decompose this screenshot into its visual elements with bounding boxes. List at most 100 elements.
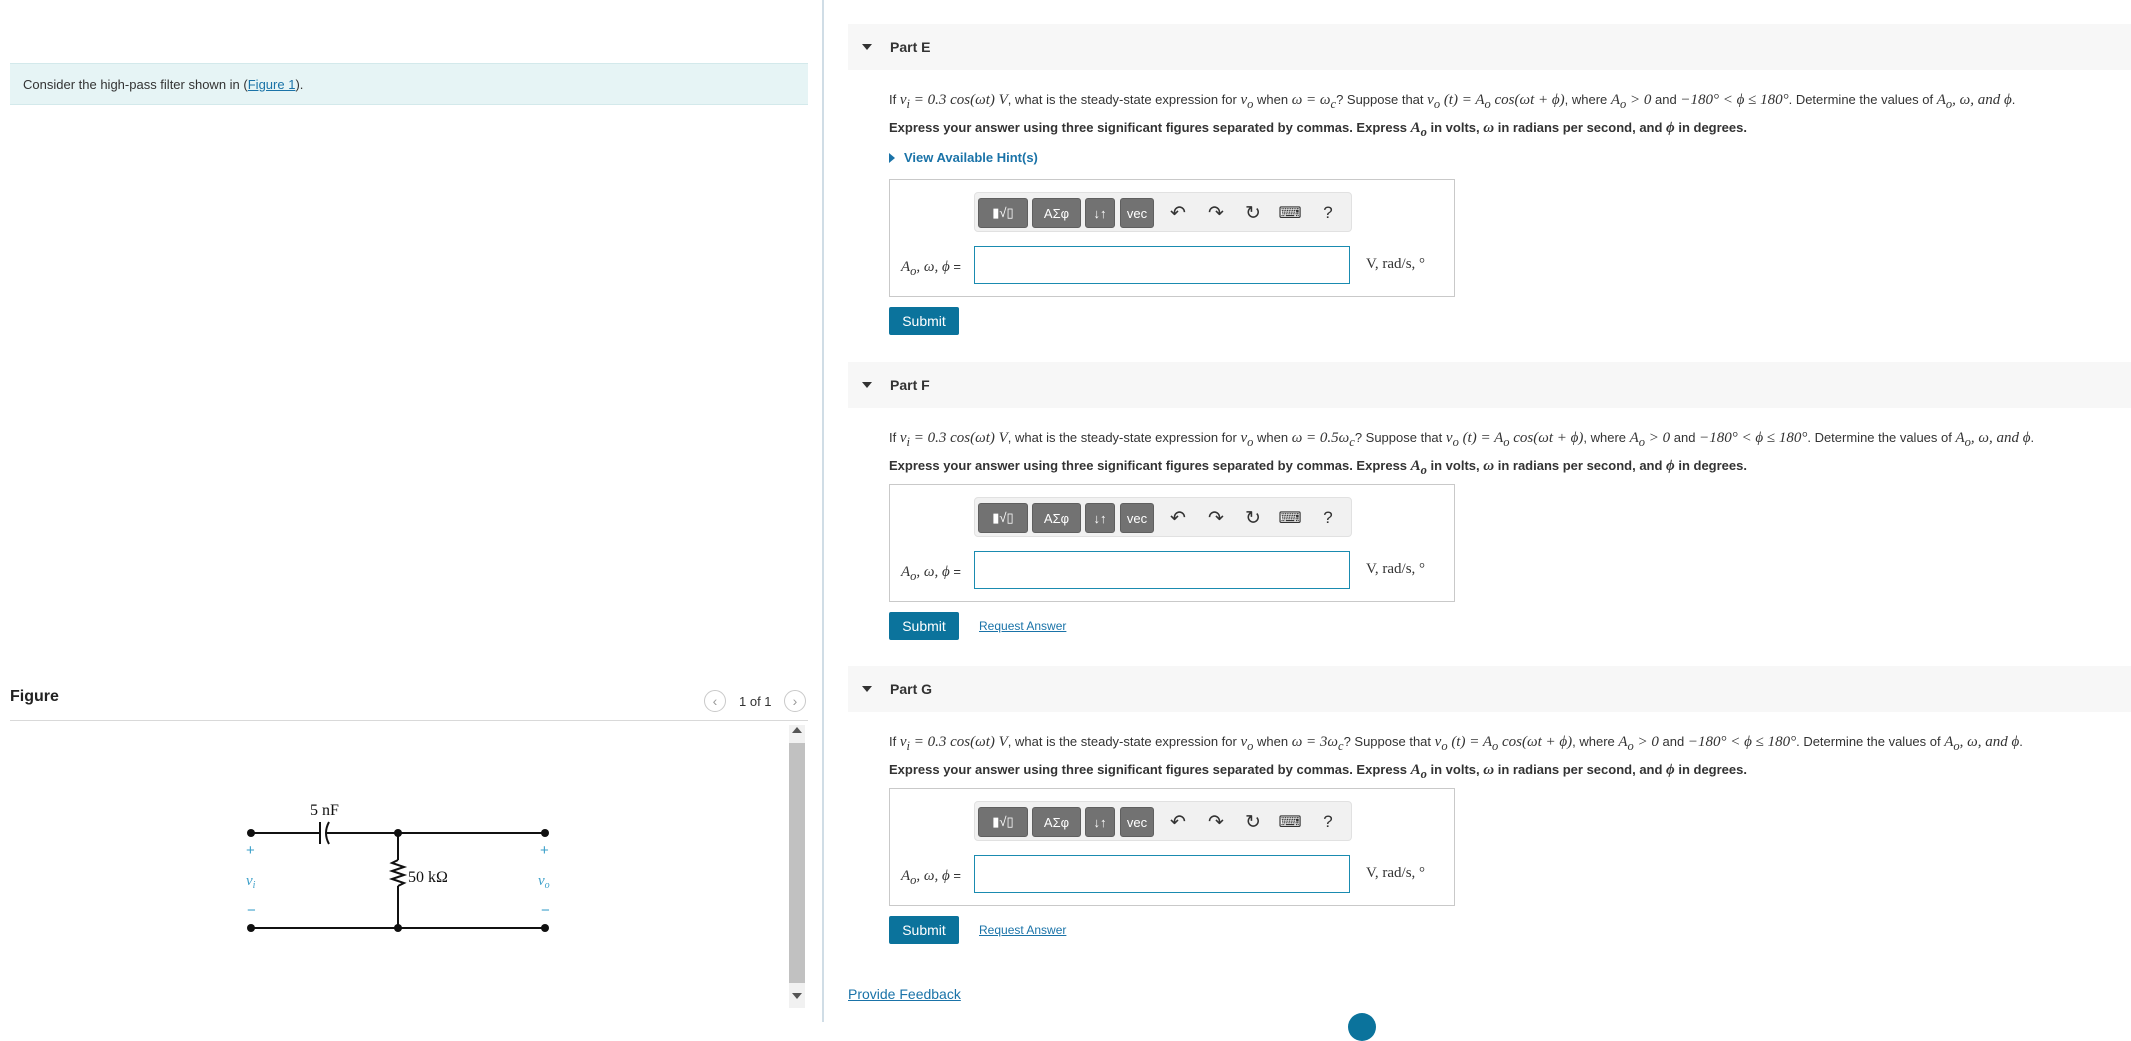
reset-icon[interactable]: ↻ — [1239, 198, 1267, 228]
part-g-submit-button[interactable]: Submit — [889, 916, 959, 944]
part-g-question: If vi = 0.3 cos(ωt) V, what is the stead… — [889, 734, 2023, 753]
templates-button[interactable]: ▮√▯ — [978, 503, 1028, 533]
left-pane: Consider the high-pass filter shown in (… — [0, 0, 822, 1022]
redo-icon[interactable]: ↷ — [1202, 198, 1230, 228]
input-plus-sign: + — [246, 842, 255, 859]
part-e-answer-input[interactable] — [974, 246, 1350, 284]
undo-icon[interactable]: ↶ — [1164, 807, 1192, 837]
part-e-question: If vi = 0.3 cos(ωt) V, what is the stead… — [889, 92, 2016, 111]
input-minus-sign: − — [247, 902, 256, 919]
part-f-instructions: Express your answer using three signific… — [889, 458, 1747, 477]
templates-button[interactable]: ▮√▯ — [978, 807, 1028, 837]
part-g-request-answer-link[interactable]: Request Answer — [979, 923, 1066, 937]
keyboard-icon[interactable]: ⌨ — [1276, 503, 1304, 533]
problem-intro: Consider the high-pass filter shown in (… — [10, 63, 808, 105]
figure-divider — [10, 720, 808, 721]
part-e-title: Part E — [890, 39, 931, 55]
part-e-header[interactable]: Part E — [848, 24, 2131, 70]
collapse-triangle-icon — [862, 382, 872, 388]
input-terminal-top — [247, 829, 255, 837]
math-toolbar: ▮√▯ ΑΣφ ↓↑ vec ↶ ↷ ↻ ⌨ ? — [974, 192, 1352, 232]
right-pane: Part E If vi = 0.3 cos(ωt) V, what is th… — [824, 0, 2131, 1041]
redo-icon[interactable]: ↷ — [1202, 503, 1230, 533]
resistor-label: 50 kΩ — [408, 869, 448, 886]
part-f-submit-button[interactable]: Submit — [889, 612, 959, 640]
figure-1-link[interactable]: Figure 1 — [248, 77, 296, 92]
reset-icon[interactable]: ↻ — [1239, 807, 1267, 837]
greek-symbols-button[interactable]: ΑΣφ — [1032, 807, 1081, 837]
figure-counter: 1 of 1 — [739, 694, 772, 709]
node-top — [394, 829, 402, 837]
part-e-submit-button[interactable]: Submit — [889, 307, 959, 335]
output-terminal-top — [541, 829, 549, 837]
part-g-answer-input[interactable] — [974, 855, 1350, 893]
reset-icon[interactable]: ↻ — [1239, 503, 1267, 533]
templates-button[interactable]: ▮√▯ — [978, 198, 1028, 228]
prev-figure-button[interactable]: ‹ — [704, 690, 726, 712]
vector-button[interactable]: vec — [1120, 198, 1154, 228]
capacitor-label: 5 nF — [310, 802, 339, 819]
part-f-question: If vi = 0.3 cos(ωt) V, what is the stead… — [889, 430, 2035, 449]
answer-units: V, rad/s, ° — [1366, 865, 1426, 881]
collapse-triangle-icon — [862, 686, 872, 692]
subscript-superscript-button[interactable]: ↓↑ — [1085, 503, 1115, 533]
part-g-header[interactable]: Part G — [848, 666, 2131, 712]
answer-units: V, rad/s, ° — [1366, 561, 1426, 577]
resistor-zigzag — [388, 859, 408, 887]
math-toolbar: ▮√▯ ΑΣφ ↓↑ vec ↶ ↷ ↻ ⌨ ? — [974, 801, 1352, 841]
greek-symbols-button[interactable]: ΑΣφ — [1032, 198, 1081, 228]
answer-units: V, rad/s, ° — [1366, 256, 1426, 272]
part-g: Part G If vi = 0.3 cos(ωt) V, what is th… — [848, 666, 2131, 956]
answer-label: Ao, ω, ϕ = — [901, 868, 961, 887]
vector-button[interactable]: vec — [1120, 503, 1154, 533]
part-f-request-answer-link[interactable]: Request Answer — [979, 619, 1066, 633]
part-f-title: Part F — [890, 377, 930, 393]
output-plus-sign: + — [540, 842, 549, 859]
help-chat-icon[interactable] — [1348, 1013, 1376, 1041]
part-g-instructions: Express your answer using three signific… — [889, 762, 1747, 781]
input-terminal-bottom — [247, 924, 255, 932]
output-minus-sign: − — [541, 902, 550, 919]
part-e-answer-area: ▮√▯ ΑΣφ ↓↑ vec ↶ ↷ ↻ ⌨ ? Ao, ω, ϕ = V, r… — [889, 179, 1455, 297]
subscript-superscript-button[interactable]: ↓↑ — [1085, 198, 1115, 228]
intro-text-suffix: ). — [295, 77, 304, 92]
undo-icon[interactable]: ↶ — [1164, 198, 1192, 228]
scroll-down-icon[interactable] — [792, 993, 802, 999]
undo-icon[interactable]: ↶ — [1164, 503, 1192, 533]
part-f-answer-input[interactable] — [974, 551, 1350, 589]
output-terminal-bottom — [541, 924, 549, 932]
subscript-superscript-button[interactable]: ↓↑ — [1085, 807, 1115, 837]
math-toolbar: ▮√▯ ΑΣφ ↓↑ vec ↶ ↷ ↻ ⌨ ? — [974, 497, 1352, 537]
provide-feedback-link[interactable]: Provide Feedback — [848, 986, 961, 1002]
help-button[interactable]: ? — [1314, 198, 1342, 228]
help-button[interactable]: ? — [1314, 807, 1342, 837]
part-e: Part E If vi = 0.3 cos(ωt) V, what is th… — [848, 24, 2131, 344]
scroll-up-icon[interactable] — [792, 727, 802, 733]
keyboard-icon[interactable]: ⌨ — [1276, 807, 1304, 837]
part-g-answer-area: ▮√▯ ΑΣφ ↓↑ vec ↶ ↷ ↻ ⌨ ? Ao, ω, ϕ = V, r… — [889, 788, 1455, 906]
keyboard-icon[interactable]: ⌨ — [1276, 198, 1304, 228]
answer-label: Ao, ω, ϕ = — [901, 259, 961, 278]
vector-button[interactable]: vec — [1120, 807, 1154, 837]
part-f: Part F If vi = 0.3 cos(ωt) V, what is th… — [848, 362, 2131, 652]
view-hints-link[interactable]: View Available Hint(s) — [889, 150, 1038, 165]
figure-title: Figure — [10, 688, 59, 705]
collapse-triangle-icon — [862, 44, 872, 50]
part-f-answer-area: ▮√▯ ΑΣφ ↓↑ vec ↶ ↷ ↻ ⌨ ? Ao, ω, ϕ = V, r… — [889, 484, 1455, 602]
next-figure-button[interactable]: › — [784, 690, 806, 712]
intro-text-prefix: Consider the high-pass filter shown in ( — [23, 77, 248, 92]
high-pass-filter-circuit: 5 nF 50 kΩ + vi − + vo − — [246, 802, 550, 932]
redo-icon[interactable]: ↷ — [1202, 807, 1230, 837]
scrollbar-thumb[interactable] — [789, 743, 805, 983]
node-bottom — [394, 924, 402, 932]
part-f-header[interactable]: Part F — [848, 362, 2131, 408]
greek-symbols-button[interactable]: ΑΣφ — [1032, 503, 1081, 533]
expand-triangle-icon — [889, 153, 895, 163]
answer-label: Ao, ω, ϕ = — [901, 564, 961, 583]
output-voltage-label: vo — [538, 873, 550, 891]
part-g-title: Part G — [890, 681, 933, 697]
chevron-left-icon: ‹ — [712, 693, 718, 709]
chevron-right-icon: › — [792, 693, 798, 709]
part-e-instructions: Express your answer using three signific… — [889, 120, 1747, 139]
help-button[interactable]: ? — [1314, 503, 1342, 533]
